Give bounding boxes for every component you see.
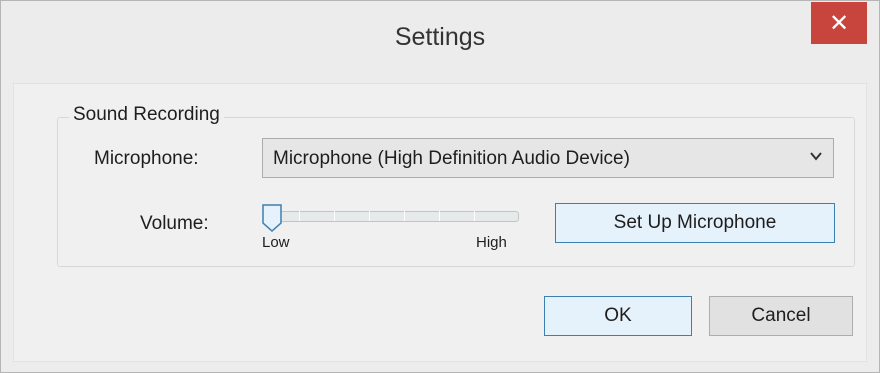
slider-tick xyxy=(439,211,440,221)
ok-button[interactable]: OK xyxy=(544,296,692,336)
slider-thumb[interactable] xyxy=(262,204,282,232)
slider-tick xyxy=(299,211,300,221)
dialog-title: Settings xyxy=(394,23,486,51)
slider-tick xyxy=(404,211,405,221)
close-button[interactable]: ✕ xyxy=(811,2,867,44)
close-icon: ✕ xyxy=(828,9,850,37)
slider-tick xyxy=(334,211,335,221)
volume-slider[interactable]: Low High xyxy=(262,204,522,251)
chevron-down-icon xyxy=(810,152,822,161)
volume-label: Volume: xyxy=(140,213,209,234)
set-up-microphone-button[interactable]: Set Up Microphone xyxy=(555,203,835,243)
title-bar[interactable]: Settings ✕ xyxy=(1,1,879,83)
settings-dialog: Settings ✕ Sound Recording Microphone: M… xyxy=(0,0,880,373)
cancel-button[interactable]: Cancel xyxy=(709,296,853,336)
microphone-selected-value: Microphone (High Definition Audio Device… xyxy=(273,148,630,169)
microphone-label: Microphone: xyxy=(94,148,199,169)
volume-low-label: Low xyxy=(262,234,290,251)
slider-tick xyxy=(369,211,370,221)
microphone-select[interactable]: Microphone (High Definition Audio Device… xyxy=(262,138,834,178)
volume-slider-track[interactable] xyxy=(264,211,519,222)
volume-high-label: High xyxy=(476,234,507,251)
sound-recording-label: Sound Recording xyxy=(69,104,224,126)
dialog-content: Sound Recording Microphone: Microphone (… xyxy=(13,83,867,362)
slider-tick xyxy=(474,211,475,221)
sound-recording-group: Sound Recording Microphone: Microphone (… xyxy=(57,104,855,267)
